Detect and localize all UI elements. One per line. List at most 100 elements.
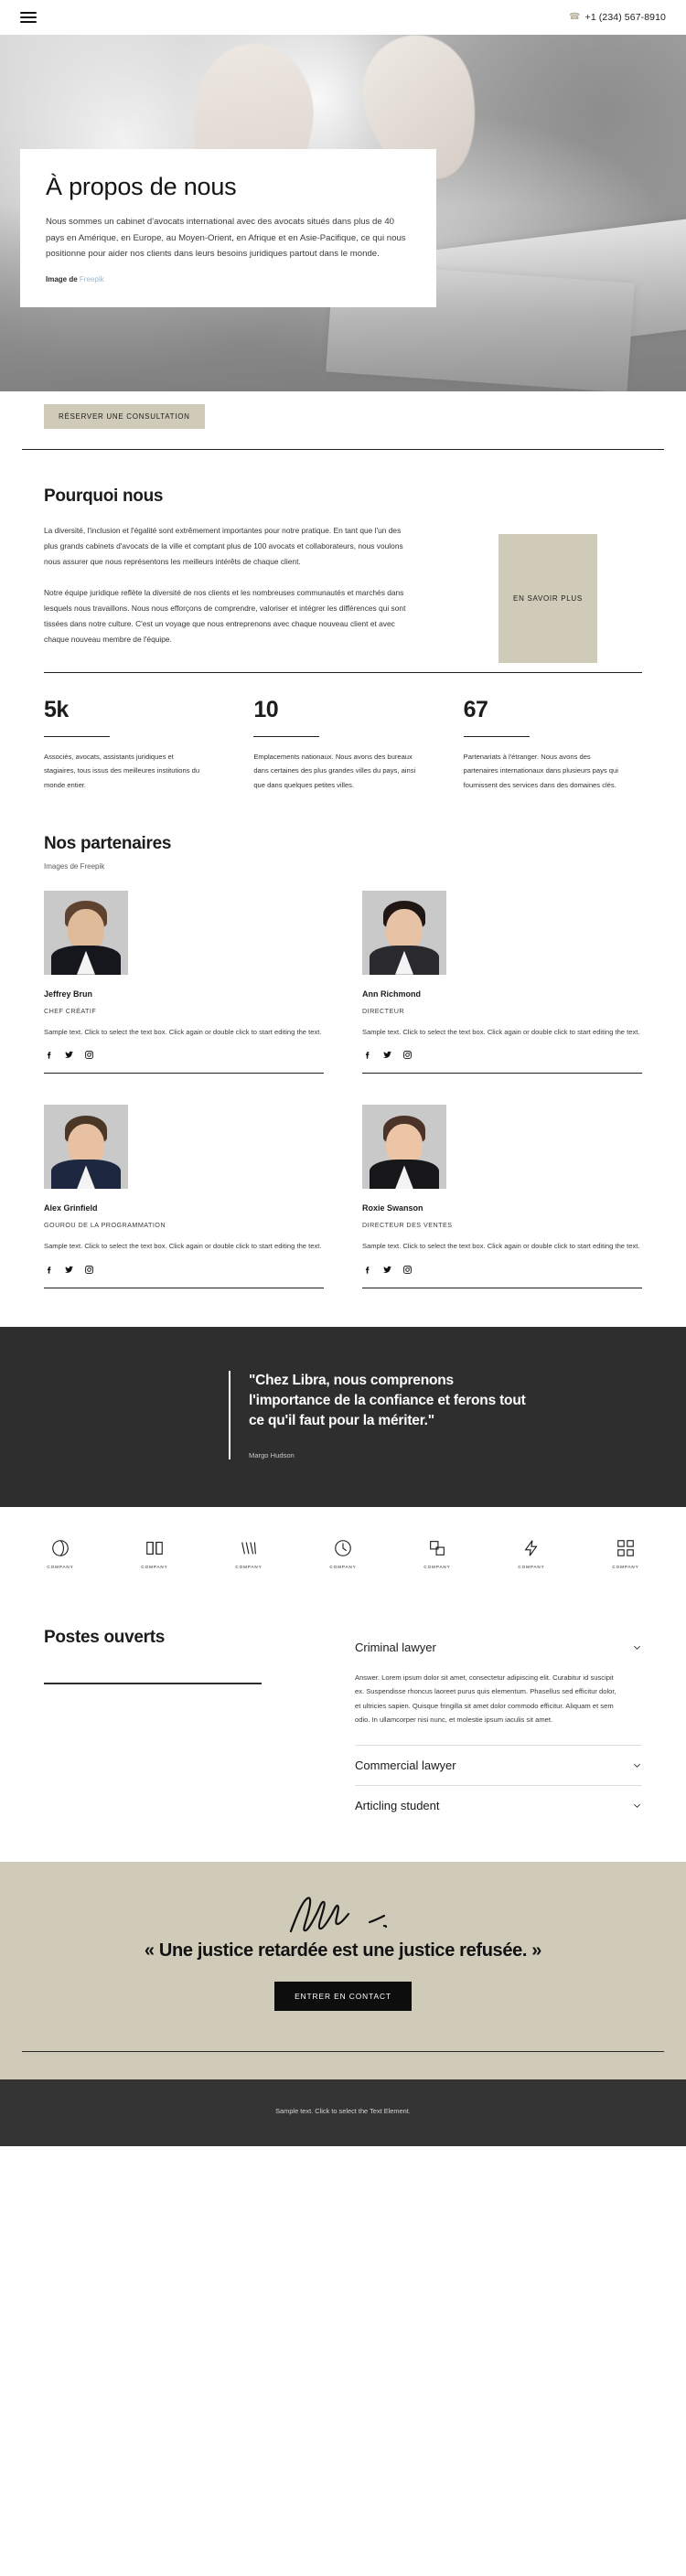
twitter-icon[interactable] <box>64 1050 74 1060</box>
chevron-down-icon[interactable] <box>632 1801 642 1811</box>
stat-text: Associés, avocats, assistants juridiques… <box>44 753 200 789</box>
bolt-logo-icon <box>524 1540 538 1556</box>
twitter-icon[interactable] <box>64 1265 74 1275</box>
team-grid: Jeffrey Brun CHEF CRÉATIF Sample text. C… <box>0 871 686 1297</box>
client-logo[interactable]: COMPANY <box>314 1538 372 1569</box>
site-header: ☎ +1 (234) 567-8910 <box>0 0 686 35</box>
client-logo[interactable]: COMPANY <box>125 1538 184 1569</box>
header-phone[interactable]: ☎ +1 (234) 567-8910 <box>569 11 666 24</box>
hero-section: À propos de nous Nous sommes un cabinet … <box>0 35 686 391</box>
client-logo[interactable]: COMPANY <box>502 1538 561 1569</box>
instagram-icon[interactable] <box>84 1265 94 1275</box>
stat-item: 67 Partenariats à l'étranger. Nous avons… <box>463 696 642 792</box>
member-divider <box>44 1073 324 1074</box>
member-socials <box>44 1265 324 1275</box>
quote-author: Margo Hudson <box>249 1451 295 1460</box>
hero-paragraph: Nous sommes un cabinet d'avocats interna… <box>46 217 406 260</box>
stat-item: 5k Associés, avocats, assistants juridiq… <box>44 697 222 792</box>
chevron-down-icon[interactable] <box>632 1760 642 1770</box>
stats-divider-wrap <box>0 663 686 673</box>
logo-caption: COMPANY <box>141 1565 168 1570</box>
logo-caption: COMPANY <box>235 1565 263 1570</box>
open-positions-header: Postes ouverts <box>44 1628 318 1825</box>
why-us-title: Pourquoi nous <box>44 486 164 506</box>
accordion-header[interactable]: Commercial lawyer <box>355 1746 642 1785</box>
twitter-icon[interactable] <box>382 1050 392 1060</box>
team-member-card: Alex Grinfield GOUROU DE LA PROGRAMMATIO… <box>44 1081 324 1296</box>
footer-text: Sample text. Click to select the Text El… <box>275 2107 411 2116</box>
stat-text: Emplacements nationaux. Nous avons des b… <box>253 753 416 789</box>
open-positions-section: Postes ouverts Criminal lawyer Answer. L… <box>0 1597 686 1862</box>
logo-caption: COMPANY <box>518 1565 545 1570</box>
cta-section: « Une justice retardée est une justice r… <box>0 1862 686 2080</box>
facebook-icon[interactable] <box>362 1050 372 1060</box>
client-logo[interactable]: COMPANY <box>31 1538 90 1569</box>
hero-card: À propos de nous Nous sommes un cabinet … <box>20 149 436 308</box>
member-description: Sample text. Click to select the text bo… <box>362 1027 640 1036</box>
signature <box>22 1893 664 1935</box>
facebook-icon[interactable] <box>44 1050 54 1060</box>
member-socials <box>362 1265 642 1275</box>
logo-caption: COMPANY <box>423 1565 451 1570</box>
book-consultation-button[interactable]: RÉSERVER UNE CONSULTATION <box>44 404 205 429</box>
why-us-content: Pourquoi nous La diversité, l'inclusion … <box>22 486 415 663</box>
handwritten-signature-icon <box>289 1897 388 1933</box>
hero-cta-row: RÉSERVER UNE CONSULTATION <box>0 391 686 429</box>
avatar <box>362 890 446 975</box>
facebook-icon[interactable] <box>362 1265 372 1275</box>
member-role: GOUROU DE LA PROGRAMMATION <box>44 1221 166 1230</box>
client-logo[interactable]: COMPANY <box>596 1538 655 1569</box>
hamburger-menu-icon[interactable] <box>20 8 37 26</box>
page-title: À propos de nous <box>46 173 237 200</box>
open-book-logo-icon <box>146 1542 163 1555</box>
member-role: DIRECTEUR DES VENTES <box>362 1221 453 1230</box>
accordion-body: Answer. Lorem ipsum dolor sit amet, cons… <box>355 1673 616 1724</box>
partners-subtitle: Images de Freepik <box>44 861 105 871</box>
member-name: Ann Richmond <box>362 989 421 999</box>
hero-paper-shape <box>423 218 686 360</box>
member-description: Sample text. Click to select the text bo… <box>362 1242 640 1251</box>
accordion-header[interactable]: Criminal lawyer <box>355 1628 642 1667</box>
member-description: Sample text. Click to select the text bo… <box>44 1242 322 1251</box>
member-name: Roxie Swanson <box>362 1203 423 1213</box>
avatar <box>44 890 128 975</box>
member-name: Alex Grinfield <box>44 1203 98 1213</box>
cta-headline: « Une justice retardée est une justice r… <box>144 1940 542 1961</box>
logo-caption: COMPANY <box>329 1565 357 1570</box>
accordion-item: Commercial lawyer <box>355 1746 642 1787</box>
accordion-header[interactable]: Articling student <box>355 1786 642 1825</box>
instagram-icon[interactable] <box>84 1050 94 1060</box>
accordion-item: Articling student <box>355 1786 642 1825</box>
crown-lines-logo-icon <box>241 1542 256 1555</box>
member-socials <box>362 1050 642 1060</box>
client-logo[interactable]: COMPANY <box>408 1538 466 1569</box>
phone-icon: ☎ <box>569 11 581 22</box>
learn-more-button[interactable]: EN SAVOIR PLUS <box>498 534 597 663</box>
stat-text: Partenariats à l'étranger. Nous avons de… <box>463 753 618 789</box>
accordion: Criminal lawyer Answer. Lorem ipsum dolo… <box>355 1628 642 1825</box>
instagram-icon[interactable] <box>402 1050 413 1060</box>
member-socials <box>44 1050 324 1060</box>
credit-label: Image de <box>46 275 78 284</box>
title-underline <box>44 1683 262 1685</box>
client-logo[interactable]: COMPANY <box>220 1538 278 1569</box>
accordion-label: Articling student <box>355 1799 440 1813</box>
credit-link[interactable]: Freepik <box>80 275 104 283</box>
twitter-icon[interactable] <box>382 1265 392 1275</box>
partners-title: Nos partenaires <box>44 833 172 853</box>
circle-swirl-logo-icon <box>52 1540 69 1557</box>
member-role: DIRECTEUR <box>362 1006 404 1015</box>
stat-number: 67 <box>463 696 488 722</box>
stat-underline <box>463 735 530 738</box>
contact-button[interactable]: ENTRER EN CONTACT <box>274 1982 412 2012</box>
quote-text: "Chez Libra, nous comprenons l'importanc… <box>249 1373 526 1429</box>
why-us-paragraph-2: Notre équipe juridique reflète la divers… <box>44 587 406 645</box>
stat-underline <box>253 735 320 738</box>
member-name: Jeffrey Brun <box>44 989 93 999</box>
instagram-icon[interactable] <box>402 1265 413 1275</box>
why-us-paragraph-1: La diversité, l'inclusion et l'égalité s… <box>44 526 403 567</box>
chevron-down-icon[interactable] <box>632 1642 642 1652</box>
facebook-icon[interactable] <box>44 1265 54 1275</box>
avatar <box>362 1105 446 1190</box>
avatar <box>44 1105 128 1190</box>
